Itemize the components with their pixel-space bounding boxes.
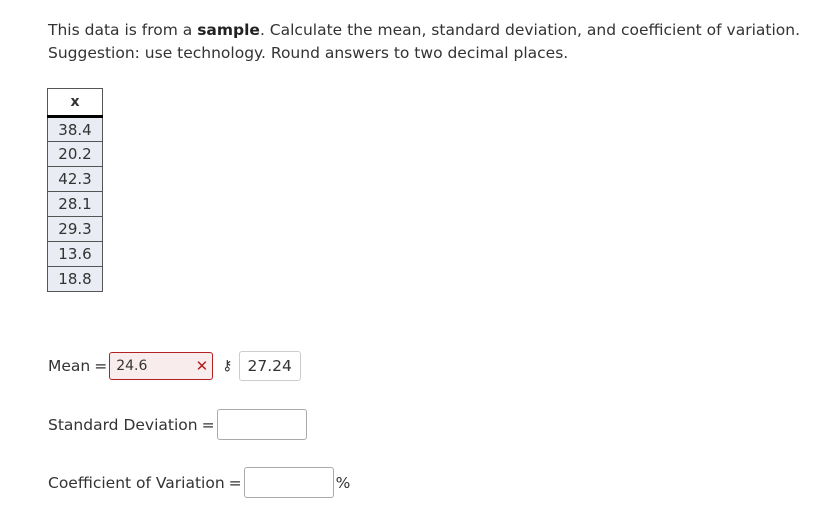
question-part2: . Calculate the mean, standard deviation…: [259, 21, 801, 39]
x-mark-icon: ✕: [195, 357, 209, 375]
std-label: Standard Deviation: [48, 415, 198, 434]
cv-unit: %: [335, 473, 351, 492]
mean-correct-value: 27.24: [247, 357, 292, 375]
mean-input-value: 24.6: [116, 358, 148, 374]
mean-input[interactable]: 24.6 ✕: [109, 352, 214, 380]
mean-row: Mean = 24.6 ✕ ⚷ 27.24: [48, 351, 301, 381]
question-suggestion: Suggestion: use technology. Round answer…: [48, 44, 569, 62]
mean-equals: =: [94, 357, 108, 375]
table-cell: 28.1: [47, 191, 103, 217]
question-text: This data is from a sample. Calculate th…: [48, 19, 808, 65]
table-cell: 42.3: [47, 166, 103, 192]
mean-correct-answer: 27.24: [238, 351, 301, 381]
table-cell: 29.3: [47, 216, 103, 242]
cv-input[interactable]: [243, 467, 334, 498]
table-cell: 13.6: [47, 241, 103, 267]
table-header-x: x: [47, 88, 103, 118]
std-row: Standard Deviation =: [48, 409, 307, 440]
question-bold: sample: [197, 21, 260, 39]
std-equals: =: [201, 415, 215, 434]
question-part1: This data is from a: [48, 21, 198, 39]
key-icon[interactable]: ⚷: [222, 358, 232, 374]
table-cell: 38.4: [47, 116, 103, 142]
table-cell: 20.2: [47, 141, 103, 167]
std-input[interactable]: [216, 409, 307, 440]
data-table: x 38.4 20.2 42.3 28.1 29.3 13.6 18.8: [47, 88, 103, 292]
cv-row: Coefficient of Variation = %: [48, 467, 350, 498]
cv-equals: =: [228, 473, 242, 492]
cv-label: Coefficient of Variation: [48, 473, 225, 492]
mean-label: Mean: [48, 357, 91, 375]
table-cell: 18.8: [47, 266, 103, 292]
